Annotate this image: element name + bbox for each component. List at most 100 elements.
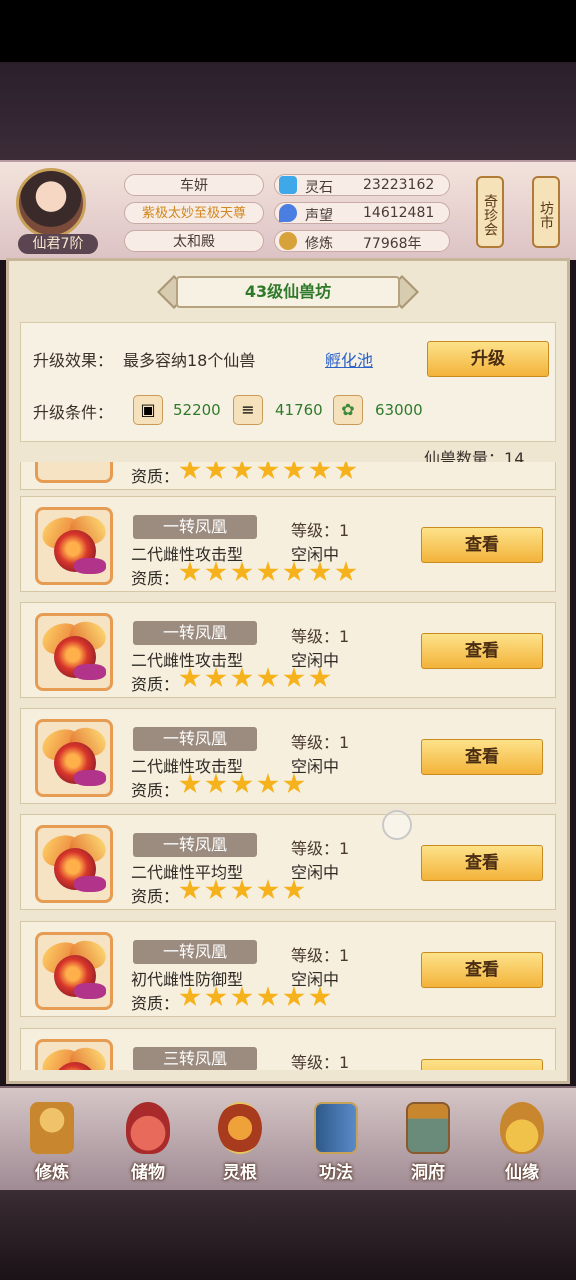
- phoenix-portrait: [35, 932, 113, 1010]
- nav-label: 储物: [131, 1163, 165, 1183]
- nav-techniques[interactable]: 功法: [300, 1096, 372, 1186]
- resource-spirit-stone: 灵石 23223162: [274, 174, 450, 196]
- list-item: 一转凤凰 等级：1 初代雌性防御型 空闲中 资质： 查看: [20, 921, 556, 1017]
- star-icon: [283, 879, 305, 900]
- star-icon: [257, 879, 279, 900]
- quality-label: 资质：: [131, 781, 180, 800]
- star-icon: [205, 462, 227, 480]
- star-icon: [231, 667, 253, 688]
- quality-stars: [179, 462, 361, 485]
- star-icon: [179, 561, 201, 582]
- quality-stars: [179, 986, 335, 1012]
- list-item: 一转凤凰 等级：1 二代雌性攻击型 空闲中 资质： 查看: [20, 496, 556, 592]
- nav-label: 仙缘: [505, 1163, 539, 1183]
- quality-label: 资质：: [131, 994, 180, 1013]
- beast-level: 等级：1: [291, 1053, 350, 1070]
- star-icon: [283, 773, 305, 794]
- star-icon: [257, 561, 279, 582]
- star-icon: [283, 561, 305, 582]
- beast-level: 等级：1: [291, 839, 350, 858]
- star-icon: [257, 667, 279, 688]
- view-button[interactable]: 查看: [421, 739, 543, 775]
- star-icon: [335, 462, 357, 480]
- star-icon: [309, 986, 331, 1007]
- star-icon: [205, 879, 227, 900]
- panel-title: 43级仙兽坊: [176, 276, 400, 308]
- upgrade-button[interactable]: 升级: [427, 341, 549, 377]
- monk-icon: [30, 1102, 74, 1154]
- hatch-pool-link[interactable]: 孵化池: [325, 347, 373, 371]
- star-icon: [309, 667, 331, 688]
- star-icon: [231, 561, 253, 582]
- market-button[interactable]: 坊市: [532, 176, 560, 248]
- view-button[interactable]: 查看: [421, 845, 543, 881]
- view-button[interactable]: 查看: [421, 952, 543, 988]
- panel-title-plate: 43级仙兽坊: [156, 272, 420, 312]
- beast-name: 一转凤凰: [133, 515, 257, 539]
- view-button[interactable]: [421, 1059, 543, 1070]
- resource-label: 声望: [305, 208, 333, 224]
- treasure-fair-button[interactable]: 奇珍会: [476, 176, 504, 248]
- effect-text: 最多容纳18个仙兽: [123, 351, 256, 370]
- bottom-nav: 修炼 储物 灵根 功法 洞府 仙缘: [0, 1086, 576, 1192]
- avatar[interactable]: [16, 168, 86, 238]
- gem-icon: [279, 176, 297, 194]
- star-icon: [283, 986, 305, 1007]
- star-icon: [257, 986, 279, 1007]
- material-value: 41760: [275, 401, 323, 419]
- herb-icon: ✿: [333, 395, 363, 425]
- nav-label: 修炼: [35, 1163, 69, 1183]
- star-icon: [179, 986, 201, 1007]
- player-name: 车妍: [124, 174, 264, 196]
- quality-stars: [179, 879, 309, 905]
- wood-icon: ≡: [233, 395, 263, 425]
- nav-cultivate[interactable]: 修炼: [16, 1096, 88, 1186]
- nav-storage[interactable]: 储物: [112, 1096, 184, 1186]
- taiji-icon: [218, 1102, 262, 1154]
- nav-spirit-root[interactable]: 灵根: [204, 1096, 276, 1186]
- resource-cultivation: 修炼 77968年: [274, 230, 450, 252]
- player-title: 紫极太妙至极天尊: [124, 202, 264, 224]
- nav-fate[interactable]: 仙缘: [486, 1096, 558, 1186]
- star-icon: [257, 462, 279, 480]
- view-button[interactable]: 查看: [421, 527, 543, 563]
- list-item: 一转凤凰 等级：1 二代雌性攻击型 空闲中 资质： 查看: [20, 708, 556, 804]
- star-icon: [335, 561, 357, 582]
- quality-label: 资质：: [131, 467, 180, 486]
- star-icon: [205, 986, 227, 1007]
- player-rank: 仙君7阶: [18, 234, 98, 254]
- resource-reputation: 声望 14612481: [274, 202, 450, 224]
- star-icon: [205, 773, 227, 794]
- phoenix-portrait: [35, 613, 113, 691]
- phoenix-portrait: [35, 507, 113, 585]
- book-icon: [314, 1102, 358, 1154]
- star-icon: [231, 879, 253, 900]
- star-icon: [283, 462, 305, 480]
- resource-value: 77968年: [363, 236, 422, 252]
- phoenix-portrait: [35, 462, 113, 483]
- resource-value: 14612481: [363, 205, 435, 221]
- star-icon: [179, 667, 201, 688]
- star-icon: [283, 667, 305, 688]
- resource-label: 修炼: [305, 236, 333, 252]
- palace-icon: [406, 1102, 450, 1154]
- quality-label: 资质：: [131, 887, 180, 906]
- material-value: 63000: [375, 401, 423, 419]
- beast-name: 一转凤凰: [133, 833, 257, 857]
- star-icon: [205, 667, 227, 688]
- beast-level: 等级：1: [291, 946, 350, 965]
- nav-cave[interactable]: 洞府: [392, 1096, 464, 1186]
- list-item: 三转凤凰 等级：1: [20, 1028, 556, 1070]
- view-button[interactable]: 查看: [421, 633, 543, 669]
- gourd-icon: [500, 1102, 544, 1154]
- beast-name: 三转凤凰: [133, 1047, 257, 1070]
- star-icon: [257, 773, 279, 794]
- drop-icon: [279, 204, 297, 222]
- phoenix-portrait: [35, 719, 113, 797]
- nav-label: 功法: [319, 1163, 353, 1183]
- star-icon: [309, 561, 331, 582]
- quality-stars: [179, 667, 335, 693]
- quality-stars: [179, 773, 309, 799]
- top-background: [0, 0, 576, 160]
- beast-list[interactable]: 资质： 一转凤凰 等级：1 二代雌性攻击型 空闲中 资质： 查看 一转凤凰 等级…: [20, 462, 556, 1070]
